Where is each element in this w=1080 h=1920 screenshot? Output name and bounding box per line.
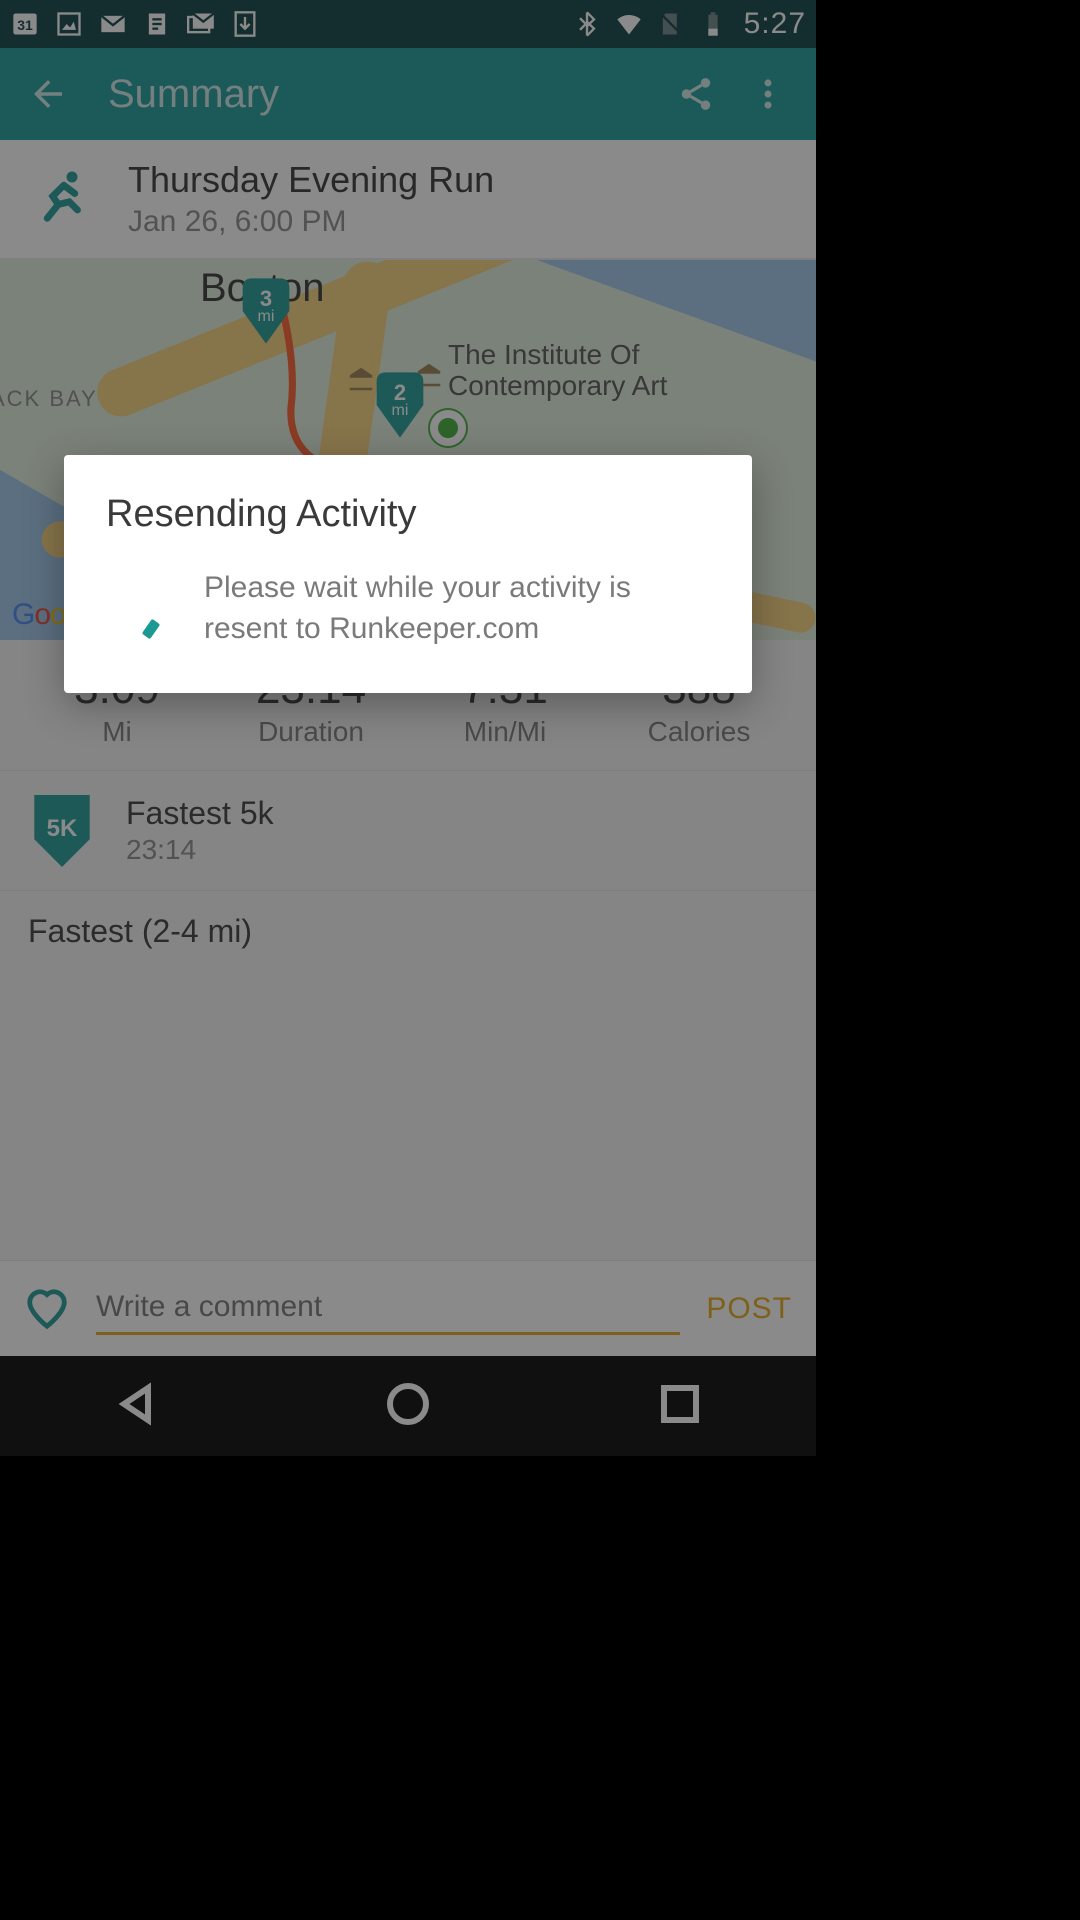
modal-scrim[interactable] [0,0,816,1456]
spinner-icon [116,580,174,638]
dialog-title: Resending Activity [106,493,710,536]
resending-dialog: Resending Activity Please wait while you… [64,455,752,693]
screen: 31 [0,0,816,1456]
dialog-message: Please wait while your activity is resen… [204,568,710,649]
